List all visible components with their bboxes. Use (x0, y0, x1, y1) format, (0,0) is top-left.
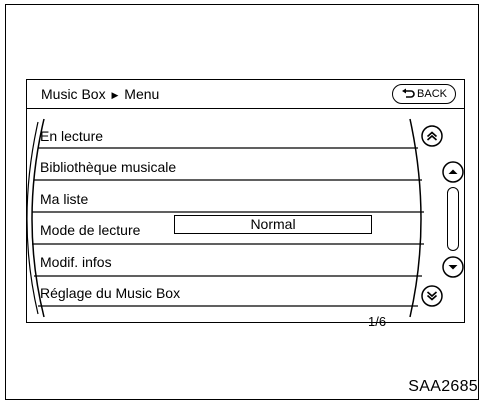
page-down-button[interactable] (420, 284, 444, 308)
scrollbar-track[interactable] (447, 187, 459, 251)
menu-item-my-list[interactable]: Ma liste (40, 191, 88, 207)
page-up-button[interactable] (420, 124, 444, 148)
menu-item-music-library[interactable]: Bibliothèque musicale (40, 159, 176, 175)
play-mode-value[interactable]: Normal (174, 215, 372, 234)
scroll-up-button[interactable] (441, 160, 465, 184)
scroll-down-button[interactable] (441, 255, 465, 279)
page-indicator: 1/6 (368, 314, 387, 329)
menu-item-play-mode[interactable]: Mode de lecture (40, 222, 140, 238)
menu-item-music-box-settings[interactable]: Réglage du Music Box (40, 285, 180, 301)
figure-reference-code: SAA2685 (408, 378, 478, 395)
menu-item-now-playing[interactable]: En lecture (40, 128, 103, 144)
menu-item-edit-info[interactable]: Modif. infos (40, 254, 112, 270)
